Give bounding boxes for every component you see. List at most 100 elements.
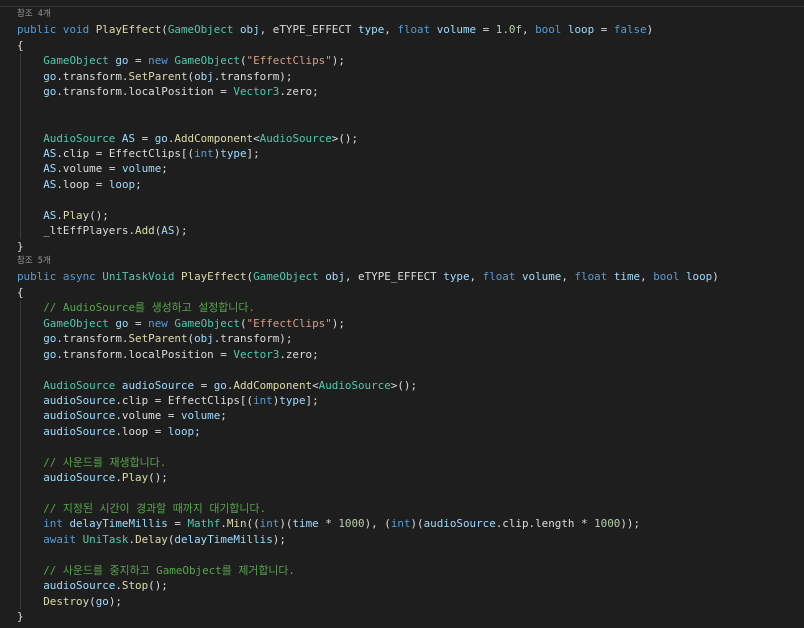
code-token: (( (246, 517, 260, 531)
code-line: await UniTask.Delay(delayTimeMillis); (0, 531, 804, 548)
code-token: = (594, 23, 614, 37)
code-token: async (62, 270, 96, 284)
indent-guide (20, 161, 21, 177)
code-line: public void PlayEffect(GameObject obj, e… (0, 22, 804, 37)
code-token: float (397, 23, 431, 37)
code-line: Destroy(go); (0, 593, 804, 610)
code-area[interactable]: 참조 4개 public void PlayEffect(GameObject o… (0, 7, 804, 625)
code-line: go.transform.SetParent(obj.transform); (0, 331, 804, 347)
code-token: type (358, 23, 385, 37)
code-token: .zero; (279, 347, 319, 361)
code-token: bool (535, 23, 562, 37)
code-line (0, 192, 804, 208)
code-token: audioSource (43, 393, 116, 407)
code-token: ; (135, 177, 142, 191)
reference-count-label[interactable]: 참조 4개 (17, 9, 51, 19)
code-token: , (522, 23, 536, 37)
code-token: audioSource (43, 409, 116, 423)
code-token: ]; (246, 146, 260, 160)
indent-guide (20, 547, 21, 563)
code-line: AS.volume = volume; (0, 161, 804, 177)
code-token: .zero; (279, 85, 319, 99)
code-token: UniTask (82, 532, 129, 546)
code-token: new (148, 316, 168, 330)
indent-guide (20, 176, 21, 193)
code-token: audioSource (423, 517, 496, 531)
code-token: go (213, 378, 227, 392)
code-line (0, 362, 804, 378)
code-token: public (17, 23, 57, 37)
indent-guide (20, 516, 21, 532)
code-line: go.transform.localPosition = Vector3.zer… (0, 346, 804, 363)
code-line: audioSource.loop = loop; (0, 423, 804, 440)
code-token: ); (174, 224, 188, 238)
code-token: public (17, 270, 57, 284)
code-token: AudioSource (259, 131, 332, 145)
code-token: volume (180, 409, 221, 423)
code-token: SetParent (128, 332, 188, 346)
code-token: .transform. (56, 69, 129, 83)
code-token: GameObject (174, 316, 240, 330)
code-token: .transform.localPosition = (56, 347, 234, 361)
code-token: go (115, 316, 129, 330)
code-token: Play (62, 208, 90, 222)
code-line: GameObject go = new GameObject("EffectCl… (0, 53, 804, 69)
code-token: AS (121, 131, 136, 145)
code-token: (); (148, 471, 168, 485)
code-token: go (43, 347, 57, 361)
reference-count-label[interactable]: 참조 5개 (17, 256, 51, 266)
code-token: .transform. (56, 332, 129, 346)
code-token: new (148, 54, 168, 68)
code-token: SetParent (128, 69, 188, 83)
code-token: audioSource (43, 424, 116, 438)
code-line (0, 439, 804, 455)
code-token: ) (712, 270, 719, 284)
code-token: >(); (331, 131, 359, 145)
code-token: audioSource (121, 378, 195, 392)
code-token: , (344, 270, 359, 284)
code-token: , (259, 23, 273, 37)
code-token: Mathf (187, 517, 221, 531)
code-token: .loop = (56, 177, 109, 191)
code-line: // AudioSource를 생성하고 설정합니다. (0, 300, 804, 316)
code-token: (); (148, 579, 168, 593)
code-token: go (43, 85, 57, 99)
code-editor[interactable]: 참조 4개 public void PlayEffect(GameObject o… (0, 0, 804, 628)
code-token: // 사운드를 중지하고 GameObject를 제거합니다. (43, 563, 295, 577)
codelens-reference-count[interactable]: 참조 5개 (0, 254, 804, 269)
code-token: UniTaskVoid (102, 270, 175, 284)
code-token: )); (620, 517, 641, 531)
code-line: int delayTimeMillis = Mathf.Min((int)(ti… (0, 516, 804, 532)
code-token: ); (272, 532, 286, 546)
code-token: int (253, 393, 273, 407)
code-token: int (43, 517, 63, 531)
codelens-reference-count[interactable]: 참조 4개 (0, 7, 804, 22)
indent-guide (20, 346, 21, 363)
code-token: type (443, 270, 470, 284)
code-token: go (154, 131, 168, 145)
code-token: = (194, 378, 214, 392)
code-token: .transform); (213, 332, 293, 346)
indent-guide (20, 115, 21, 131)
code-line: } (0, 609, 804, 624)
code-token: .clip = EffectClips[( (56, 146, 195, 160)
code-token: Play (121, 471, 149, 485)
code-token: loop (167, 424, 195, 438)
indent-guide (20, 145, 21, 162)
indent-guide (20, 377, 21, 393)
code-line: // 사운드를 재생합니다. (0, 454, 804, 471)
indent-guide (20, 192, 21, 208)
code-token: Min (226, 517, 247, 531)
code-token: // AudioSource를 생성하고 설정합니다. (43, 301, 255, 315)
code-token: (); (89, 208, 109, 222)
code-token: .volume = (115, 409, 181, 423)
code-token: ); (108, 594, 122, 608)
code-token: volume (522, 270, 562, 284)
code-token: ); (331, 54, 345, 68)
code-token: type (220, 146, 247, 160)
code-token: _ltEffPlayers. (17, 224, 136, 238)
code-token: GameObject (167, 23, 234, 37)
code-line: AS.loop = loop; (0, 176, 804, 193)
code-line (0, 547, 804, 563)
code-token: loop (108, 177, 136, 191)
